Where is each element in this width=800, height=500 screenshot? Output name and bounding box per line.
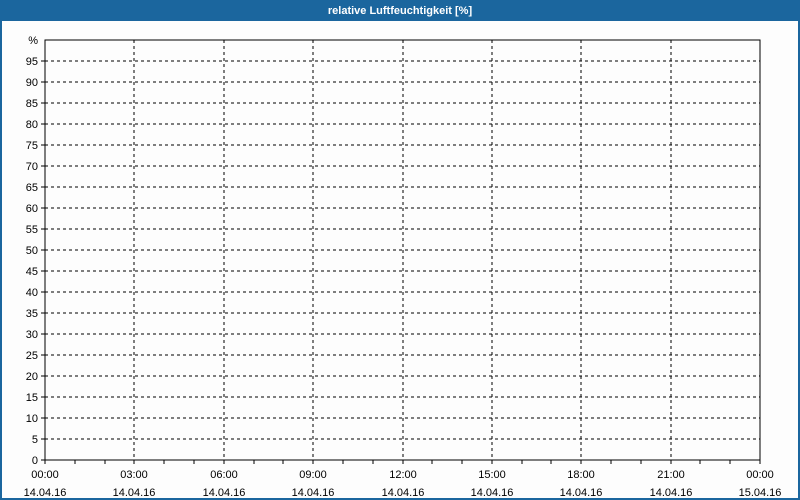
y-tick-label: 85 xyxy=(26,98,38,110)
y-tick-label: 5 xyxy=(32,434,38,446)
x-tick-time-label: 09:00 xyxy=(299,469,327,481)
y-tick-label: 45 xyxy=(26,266,38,278)
chart-window: relative Luftfeuchtigkeit [%] 0 5 10 15 20 25… xyxy=(0,0,800,500)
x-tick-date-label: 14.04.16 xyxy=(113,487,156,498)
x-tick-date-label: 14.04.16 xyxy=(471,487,514,498)
y-tick-label: 10 xyxy=(26,413,38,425)
y-tick-label: 30 xyxy=(26,329,38,341)
x-tick-time-label: 06:00 xyxy=(210,469,238,481)
y-tick-label: 60 xyxy=(26,203,38,215)
x-tick-time-label: 15:00 xyxy=(478,469,506,481)
x-tick-date-label: 14.04.16 xyxy=(292,487,335,498)
x-tick-time-label: 00:00 xyxy=(746,469,774,481)
y-tick-label: 55 xyxy=(26,224,38,236)
axes xyxy=(41,40,760,464)
y-tick-label: 35 xyxy=(26,308,38,320)
x-tick-date-label: 14.04.16 xyxy=(203,487,246,498)
y-tick-label: 15 xyxy=(26,392,38,404)
x-tick-date-label: 15.04.16 xyxy=(739,487,782,498)
x-tick-time-label: 21:00 xyxy=(657,469,685,481)
x-tick-time-label: 12:00 xyxy=(389,469,417,481)
y-tick-label: 70 xyxy=(26,161,38,173)
x-tick-time-label: 03:00 xyxy=(120,469,148,481)
x-tick-time-label: 18:00 xyxy=(567,469,595,481)
x-tick-date-label: 14.04.16 xyxy=(650,487,693,498)
chart-title: relative Luftfeuchtigkeit [%] xyxy=(328,2,472,21)
chart-titlebar: relative Luftfeuchtigkeit [%] xyxy=(2,2,798,21)
y-tick-label: 40 xyxy=(26,287,38,299)
y-tick-label: 25 xyxy=(26,350,38,362)
gridlines xyxy=(45,40,760,460)
y-tick-label: 50 xyxy=(26,245,38,257)
x-tick-date-label: 14.04.16 xyxy=(560,487,603,498)
x-tick-time-label: 00:00 xyxy=(31,469,59,481)
y-tick-label: 95 xyxy=(26,56,38,68)
y-tick-label: 20 xyxy=(26,371,38,383)
x-tick-date-label: 14.04.16 xyxy=(24,487,67,498)
y-tick-label: 75 xyxy=(26,140,38,152)
y-tick-label: 90 xyxy=(26,77,38,89)
x-tick-date-label: 14.04.16 xyxy=(382,487,425,498)
chart-region: 0 5 10 15 20 25 30 35 40 45 50 55 60 65 70 75 80 85 90 95% 0… xyxy=(2,21,798,498)
axis-labels: 0 5 10 15 20 25 30 35 40 45 50 55 60 65 70 75 80 85 90 95% 0… xyxy=(24,35,782,498)
humidity-chart-svg: 0 5 10 15 20 25 30 35 40 45 50 55 60 65 70 75 80 85 90 95% 0… xyxy=(2,21,798,498)
y-tick-label: 65 xyxy=(26,182,38,194)
y-tick-label: 0 xyxy=(32,455,38,467)
y-tick-label: 80 xyxy=(26,119,38,131)
y-axis-unit-label: % xyxy=(28,35,38,47)
